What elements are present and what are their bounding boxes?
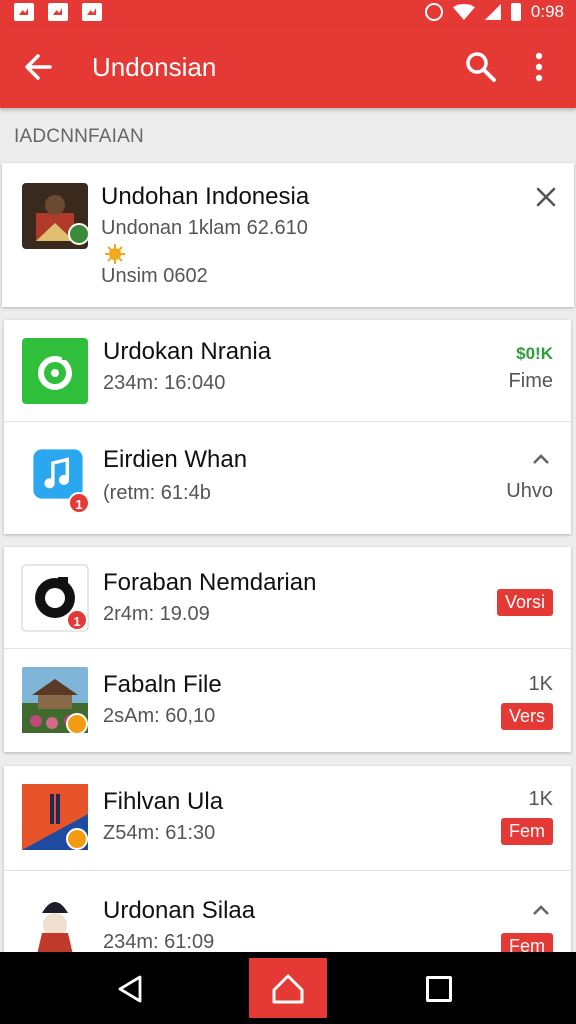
chevron-up-icon[interactable]: [531, 452, 551, 466]
status-time: 0:98: [530, 2, 564, 21]
app-name: Urdokan Nrania: [103, 338, 272, 365]
app-size: 1K: [528, 673, 553, 695]
page-title: Undonsian: [92, 52, 217, 82]
app-bar: Undonsian: [0, 26, 576, 108]
gallery-icon: [14, 3, 34, 21]
section-header: IADCNNFAIAN: [14, 126, 144, 147]
app-name: Foraban Nemdarian: [103, 569, 317, 596]
app-meta: 234m: 16:040: [103, 372, 226, 394]
app-group-1: Urdokan Nrania 234m: 16:040 $0!K Fime 1 …: [4, 320, 571, 534]
status-badge: [66, 713, 88, 735]
app-group-2: 1 Foraban Nemdarian 2r4m: 19.09 Vorsi Fa…: [4, 547, 571, 752]
version-button[interactable]: Fem: [501, 818, 553, 845]
app-size: 1K: [528, 788, 553, 810]
notification-badge: 1: [66, 609, 88, 631]
more-vert-icon[interactable]: [520, 48, 558, 86]
search-icon[interactable]: [462, 48, 500, 86]
list-item[interactable]: Urdonan Silaa 234m: 61:09 Fem: [4, 870, 571, 952]
signal-icon: [484, 4, 501, 20]
arrow-left-icon[interactable]: [20, 48, 58, 86]
app-meta: 2sAm: 60,10: [103, 705, 216, 727]
news-icon: [48, 3, 68, 21]
status-badge: [68, 223, 90, 245]
chevron-up-icon[interactable]: [531, 903, 551, 917]
list-item[interactable]: 1 Foraban Nemdarian 2r4m: 19.09 Vorsi: [4, 547, 571, 648]
mail-icon: [82, 3, 102, 21]
list-item[interactable]: 1 Eirdien Whan (retm: 61:4b Uhvo: [4, 421, 571, 534]
close-icon[interactable]: [534, 185, 558, 209]
nav-back-icon[interactable]: [116, 974, 146, 1004]
version-button[interactable]: Vorsi: [496, 589, 553, 616]
status-badge: [66, 828, 88, 850]
app-meta: Z54m: 61:30: [103, 822, 216, 844]
version-button[interactable]: Fem: [501, 933, 553, 952]
figure-app-icon: [22, 893, 88, 952]
app-meta: 2r4m: 19.09: [103, 603, 210, 625]
notification-badge: 1: [68, 492, 90, 514]
featured-title: Undohan Indonesia: [101, 183, 310, 210]
app-price: $0!K: [516, 344, 553, 363]
list-item[interactable]: Fabaln File 2sAm: 60,10 1K Vers: [4, 648, 571, 752]
alarm-icon: [424, 3, 443, 21]
app-group-3: Fihlvan Ula Z54m: 61:30 1K Fem Urdonan S…: [4, 766, 571, 952]
featured-line1: Undonan 1klam 62.610: [101, 217, 308, 239]
app-status: Fime: [508, 370, 553, 392]
app-meta: 234m: 61:09: [103, 931, 215, 952]
status-bar: 0:98: [0, 0, 576, 26]
app-name: Fabaln File: [103, 671, 222, 698]
app-name: Fihlvan Ula: [103, 788, 224, 815]
featured-line2: Unsim 0602: [101, 265, 208, 287]
app-status: Uhvo: [506, 480, 553, 502]
list-item[interactable]: Fihlvan Ula Z54m: 61:30 1K Fem: [4, 766, 571, 870]
app-name: Eirdien Whan: [103, 446, 248, 473]
list-item[interactable]: Urdokan Nrania 234m: 16:040 $0!K Fime: [4, 320, 571, 421]
sun-icon: [105, 244, 125, 264]
nav-recent-icon[interactable]: [426, 976, 452, 1002]
app-name: Urdonan Silaa: [103, 897, 256, 924]
app-meta: (retm: 61:4b: [103, 482, 211, 504]
nav-home-icon: [272, 974, 304, 1004]
featured-card[interactable]: Undohan Indonesia Undonan 1klam 62.610 U…: [2, 163, 574, 307]
version-button[interactable]: Vers: [500, 703, 553, 730]
wifi-icon: [452, 4, 475, 20]
nav-home-button[interactable]: [249, 958, 327, 1018]
battery-icon: [510, 3, 521, 21]
system-nav-bar: [0, 952, 576, 1024]
green-app-icon: [22, 338, 88, 404]
